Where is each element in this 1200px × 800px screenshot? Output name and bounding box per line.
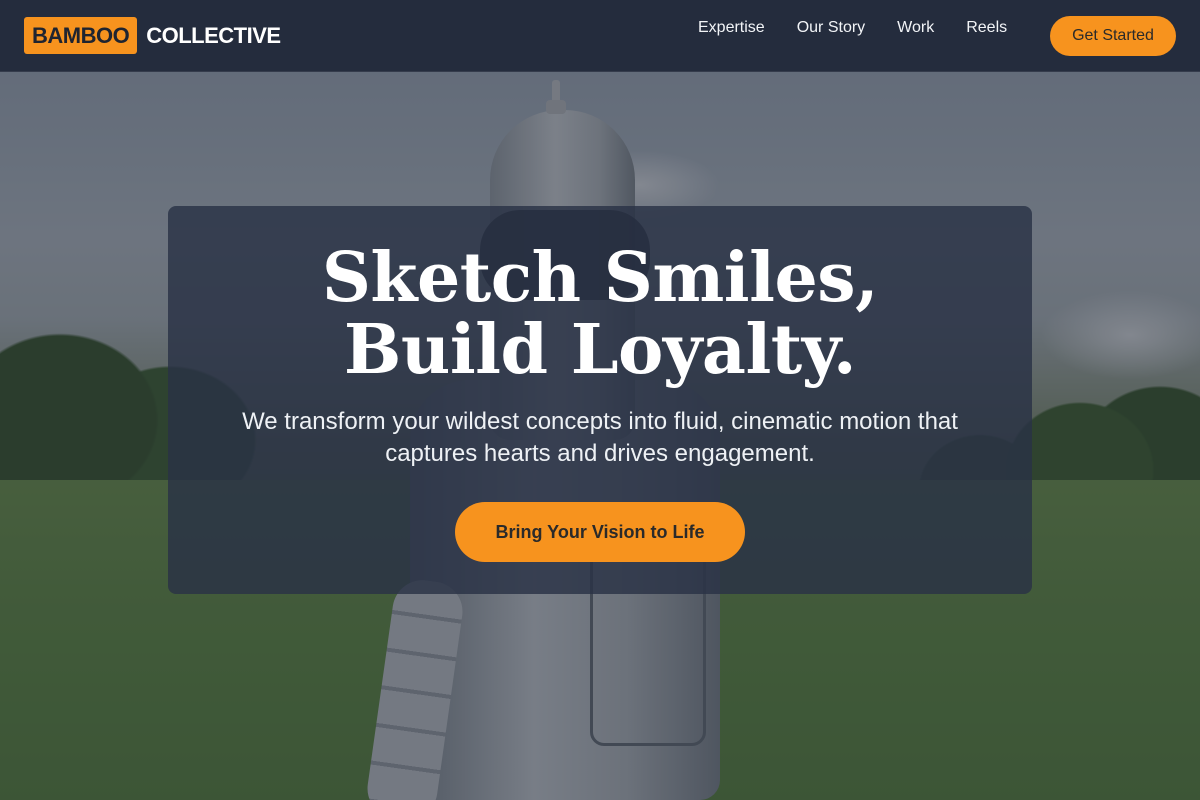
hero-title: Sketch Smiles, Build Loyalty. bbox=[321, 238, 879, 390]
nav-link-work[interactable]: Work bbox=[897, 18, 934, 38]
brand-logo-highlight: BAMBOO bbox=[24, 17, 138, 54]
get-started-button[interactable]: Get Started bbox=[1050, 16, 1176, 56]
bring-vision-button[interactable]: Bring Your Vision to Life bbox=[455, 502, 745, 562]
nav-link-reels[interactable]: Reels bbox=[966, 18, 1007, 38]
nav-links: Expertise Our Story Work Reels bbox=[698, 18, 1007, 38]
nav-link-expertise[interactable]: Expertise bbox=[698, 18, 765, 38]
hero-card: Sketch Smiles, Build Loyalty. We transfo… bbox=[168, 206, 1032, 594]
brand-logo-text: COLLECTIVE bbox=[146, 22, 281, 48]
brand-logo[interactable]: BAMBOO COLLECTIVE bbox=[24, 17, 281, 54]
top-navbar: BAMBOO COLLECTIVE Expertise Our Story Wo… bbox=[0, 0, 1200, 72]
nav-link-our-story[interactable]: Our Story bbox=[797, 18, 865, 38]
hero-subtitle: We transform your wildest concepts into … bbox=[242, 408, 958, 467]
